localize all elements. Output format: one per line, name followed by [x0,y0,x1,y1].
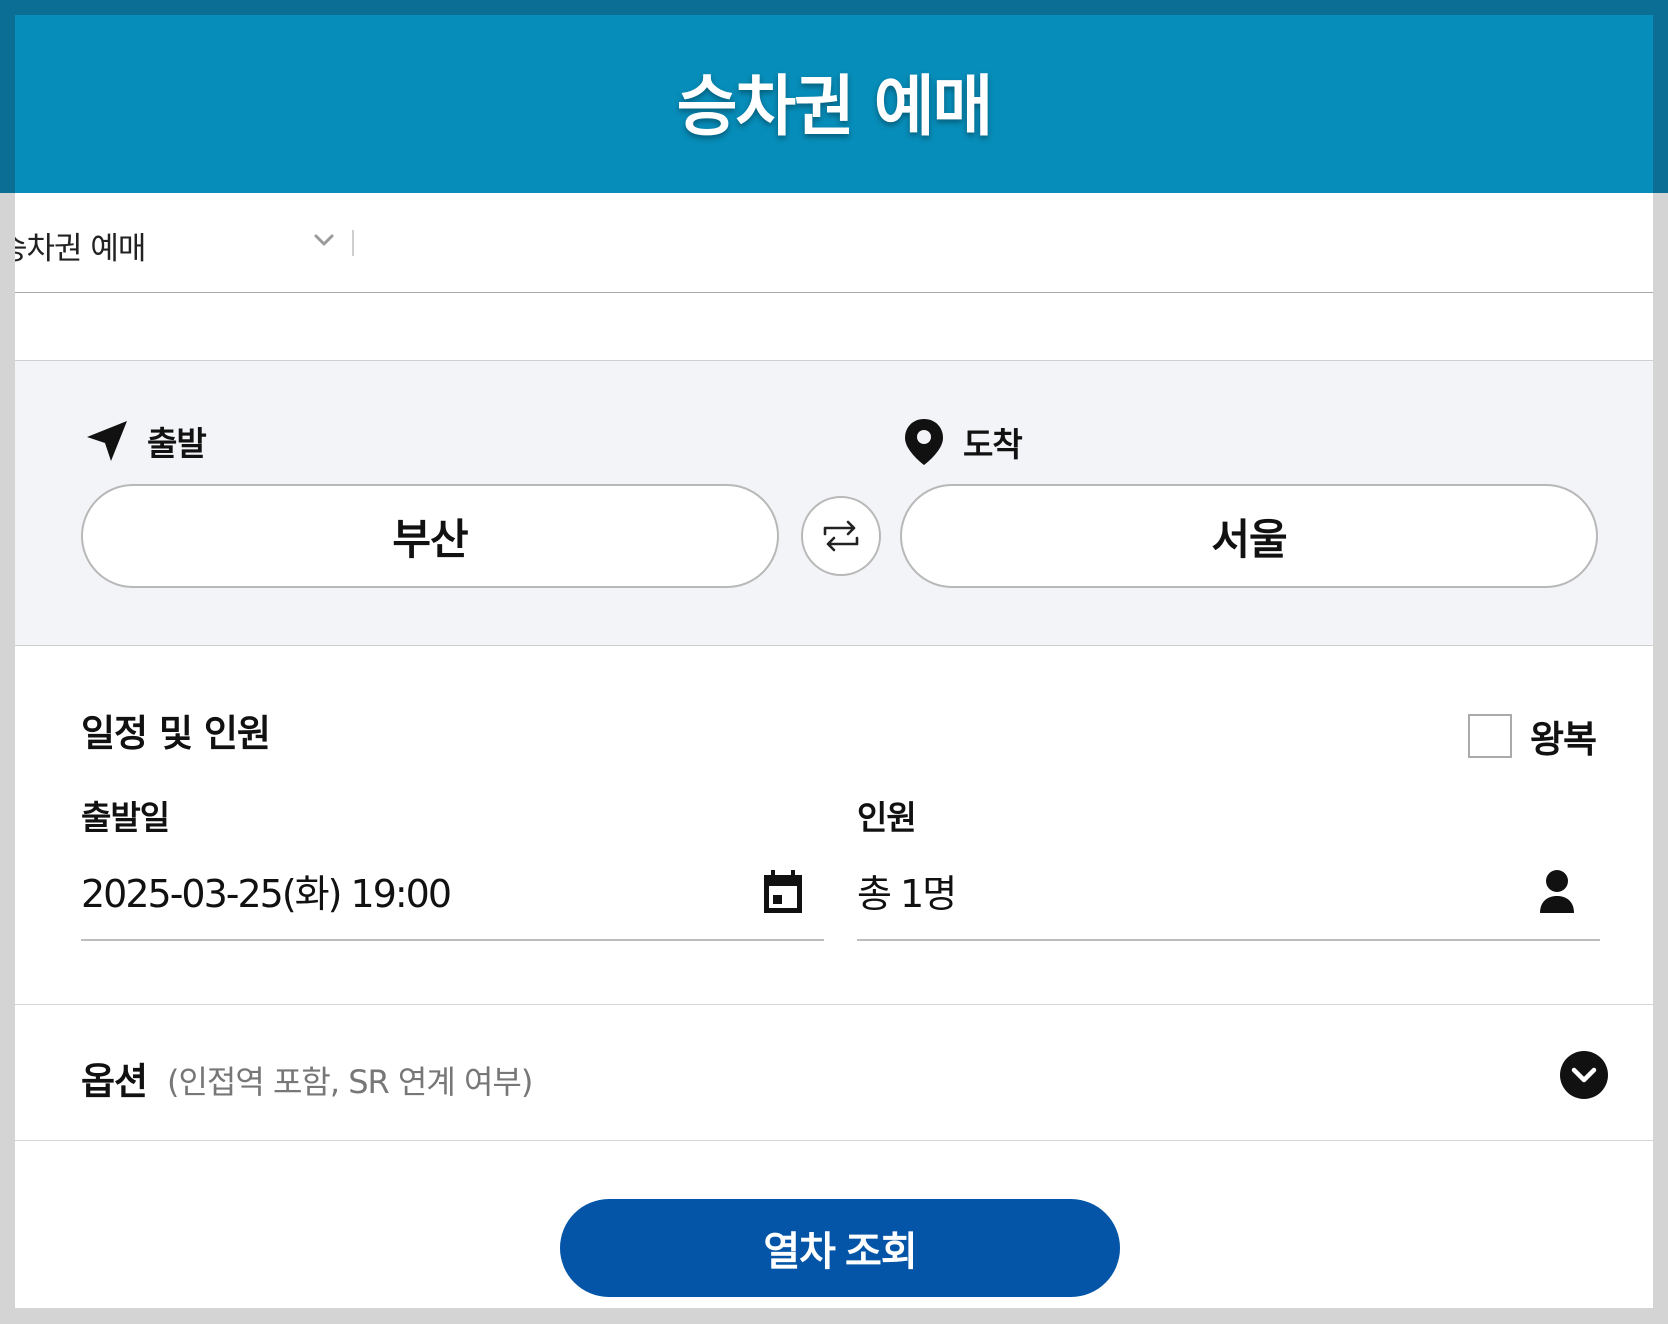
departure-date-label: 출발일 [81,798,170,837]
options-subtitle: (인접역 포함, SR 연계 여부) [167,1063,533,1101]
section-divider [15,1140,1653,1141]
schedule-title: 일정 및 인원 [81,712,271,755]
passenger-label: 인원 [857,798,917,837]
breadcrumb-label: 승차권 예매 [15,231,146,267]
navigation-arrow-icon [87,421,127,461]
swap-icon [823,520,859,552]
arrival-label: 도착 [903,417,1023,467]
departure-date-value: 2025-03-25(화) 19:00 [81,872,452,916]
options-title: 옵션 [81,1060,148,1103]
passenger-field[interactable]: 총 1명 [857,851,1600,941]
arrival-station-button[interactable]: 서울 [900,484,1598,588]
search-trains-button[interactable]: 열차 조회 [560,1199,1120,1297]
chevron-down-icon[interactable] [311,227,337,253]
calendar-icon[interactable] [761,869,805,919]
arrival-label-text: 도착 [963,425,1023,464]
departure-label-text: 출발 [147,424,207,463]
chevron-down-circle-icon[interactable] [1560,1051,1608,1099]
breadcrumb[interactable]: 승차권 예매 [15,193,1653,293]
options-section[interactable]: 옵션 (인접역 포함, SR 연계 여부) [15,1005,1653,1139]
person-icon[interactable] [1537,869,1577,919]
route-section: 출발 부산 도착 서울 [15,360,1653,646]
swap-stations-button[interactable] [801,496,881,576]
page-header: 승차권 예매 [15,15,1653,193]
departure-label: 출발 [85,417,207,465]
roundtrip-toggle[interactable]: 왕복 [1468,709,1597,763]
passenger-value: 총 1명 [857,872,957,916]
map-pin-icon [905,419,943,465]
roundtrip-checkbox[interactable] [1468,714,1512,758]
departure-date-field[interactable]: 2025-03-25(화) 19:00 [81,851,824,941]
breadcrumb-divider [352,230,354,256]
departure-station-button[interactable]: 부산 [81,484,779,588]
page-title: 승차권 예매 [676,68,994,145]
roundtrip-label: 왕복 [1530,718,1597,761]
booking-panel: 승차권 예매 출발 부산 도착 서울 일 [15,193,1653,1308]
